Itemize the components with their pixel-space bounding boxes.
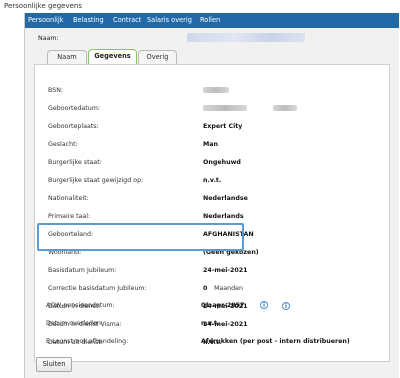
menu-contract[interactable]: Contract xyxy=(113,13,141,28)
field-label: Geboortedatum: xyxy=(48,105,100,112)
field-value: Afdrukken (per post - intern distribuere… xyxy=(201,338,350,345)
field-row: Nationaliteit: Nederlandse xyxy=(48,194,378,203)
field-label: Datum overleden: xyxy=(46,320,103,327)
name-value-redacted xyxy=(187,33,305,42)
jubileum-highlight-box xyxy=(37,223,244,251)
field-row: Geboorteplaats: Expert City xyxy=(48,122,378,131)
tab-overig[interactable]: Overig xyxy=(138,50,177,64)
menu-bar: Persoonlijk Belasting Contract Salaris o… xyxy=(25,13,399,28)
field-row-bsn: BSN: xyxy=(48,86,378,95)
field-label: Primaire taal: xyxy=(48,213,91,220)
field-value: Expert City xyxy=(203,123,243,130)
field-label: Nationaliteit: xyxy=(48,195,89,202)
menu-persoonlijk[interactable]: Persoonlijk xyxy=(28,13,64,28)
field-label: Basisdatum Jubileum: xyxy=(48,267,117,274)
field-value: 24-mei-2021 xyxy=(203,267,248,274)
birthdate-value-redacted xyxy=(203,104,298,113)
field-row: E-Loonstrook afhandeling: Afdrukken (per… xyxy=(46,337,376,346)
field-row: Burgerlijke staat gewijzigd op: n.v.t. xyxy=(48,176,378,185)
field-label: BSN: xyxy=(48,87,64,94)
tab-gegevens[interactable]: Gegevens xyxy=(88,49,137,64)
menu-belasting[interactable]: Belasting xyxy=(73,13,104,28)
field-row-basisdatum-jubileum: Basisdatum Jubileum: 24-mei-2021 xyxy=(48,266,378,275)
field-value: 0 xyxy=(203,285,208,292)
field-value: n.v.t. xyxy=(201,320,220,327)
field-row: Datum overleden: n.v.t. xyxy=(46,319,376,328)
unit-label: Maanden xyxy=(214,285,244,292)
menu-rollen[interactable]: Rollen xyxy=(200,13,220,28)
field-row: Burgerlijke staat: Ongehuwd xyxy=(48,158,378,167)
field-label: Burgerlijke staat gewijzigd op: xyxy=(48,177,144,184)
tab-naam[interactable]: Naam xyxy=(47,50,87,64)
field-label: Burgerlijke staat: xyxy=(48,159,102,166)
field-label: E-Loonstrook afhandeling: xyxy=(46,338,129,345)
field-row-geboortedatum: Geboortedatum: xyxy=(48,104,378,113)
field-row: AOW-pensioendatum: 01-apr-2057 i xyxy=(46,301,376,310)
field-label: Geslacht: xyxy=(48,141,78,148)
field-value: Nederlandse xyxy=(203,195,248,202)
close-button[interactable]: Sluiten xyxy=(36,357,72,372)
field-value: Ongehuwd xyxy=(203,159,241,166)
field-value: Man xyxy=(203,141,218,148)
name-label: Naam: xyxy=(38,35,59,42)
info-icon[interactable]: i xyxy=(260,301,268,309)
menu-salaris-overig[interactable]: Salaris overig xyxy=(147,13,192,28)
field-label: Geboorteplaats: xyxy=(48,123,99,130)
gegevens-panel: BSN: Geboortedatum: Geboorteplaats: Expe… xyxy=(34,64,390,362)
window-title: Persoonlijke gegevens xyxy=(4,2,83,10)
field-value: Nederlands xyxy=(203,213,244,220)
field-row: Primaire taal: Nederlands xyxy=(48,212,378,221)
field-row-correctie-jubileum: Correctie basisdatum Jubileum: 0 Maanden xyxy=(48,284,378,293)
field-value: 01-apr-2057 xyxy=(201,302,245,309)
bsn-value-redacted xyxy=(203,86,229,95)
field-label: AOW-pensioendatum: xyxy=(46,302,115,309)
field-label: Correctie basisdatum Jubileum: xyxy=(48,285,147,292)
field-row: Geslacht: Man xyxy=(48,140,378,149)
field-value: n.v.t. xyxy=(203,177,222,184)
